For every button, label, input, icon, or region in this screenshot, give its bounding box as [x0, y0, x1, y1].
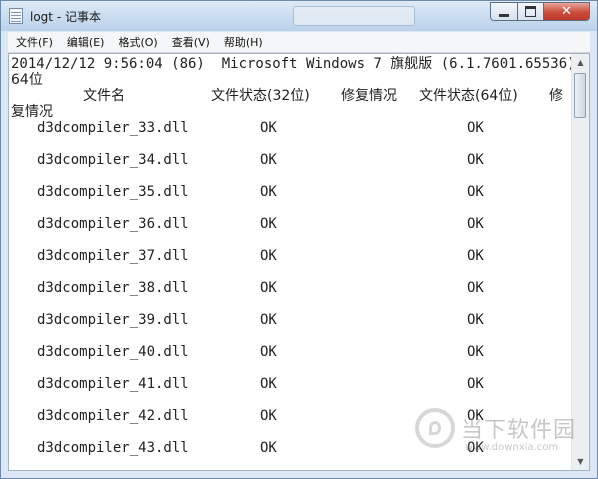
- bitness-line: 64位: [11, 72, 43, 88]
- status-64: OK: [467, 280, 484, 296]
- table-row: d3dcompiler_36.dll OK OK: [11, 216, 573, 232]
- minimize-button[interactable]: [490, 2, 518, 21]
- file-name: d3dcompiler_41.dll: [37, 376, 189, 392]
- status-32: OK: [260, 280, 277, 296]
- status-32: OK: [260, 120, 277, 136]
- table-row: d3dcompiler_40.dll OK OK: [11, 344, 573, 360]
- watermark-url: www.downxia.com: [465, 442, 559, 453]
- status-64: OK: [467, 248, 484, 264]
- file-name: d3dcompiler_37.dll: [37, 248, 189, 264]
- file-name: d3dcompiler_39.dll: [37, 312, 189, 328]
- table-row: d3dcompiler_39.dll OK OK: [11, 312, 573, 328]
- minimize-icon: [499, 14, 509, 17]
- menu-format[interactable]: 格式(O): [112, 34, 163, 50]
- notepad-window: logt - 记事本 ✕ 文件(F) 编辑(E) 格式(O) 查看(V) 帮助(…: [0, 0, 598, 479]
- header-repair: 修复情况: [341, 88, 397, 104]
- arrow-up-icon: ▲: [577, 58, 584, 67]
- file-name: d3dcompiler_42.dll: [37, 408, 189, 424]
- menu-file[interactable]: 文件(F): [10, 34, 59, 50]
- table-row: d3dcompiler_37.dll OK OK: [11, 248, 573, 264]
- header-repair-64-part1: 修: [549, 88, 563, 104]
- status-64: OK: [467, 184, 484, 200]
- watermark: 当下软件园 www.downxia.com: [415, 406, 587, 456]
- file-name: d3dcompiler_34.dll: [37, 152, 189, 168]
- status-32: OK: [260, 248, 277, 264]
- downxia-logo-icon: [415, 408, 455, 448]
- table-row: d3dcompiler_38.dll OK OK: [11, 280, 573, 296]
- table-row: d3dcompiler_34.dll OK OK: [11, 152, 573, 168]
- status-32: OK: [260, 376, 277, 392]
- close-button[interactable]: ✕: [543, 2, 590, 21]
- file-name: d3dcompiler_38.dll: [37, 280, 189, 296]
- menu-help[interactable]: 帮助(H): [218, 34, 269, 50]
- file-name: d3dcompiler_33.dll: [37, 120, 189, 136]
- status-32: OK: [260, 344, 277, 360]
- file-name: d3dcompiler_40.dll: [37, 344, 189, 360]
- watermark-brand: 当下软件园: [461, 418, 577, 443]
- status-64: OK: [467, 376, 484, 392]
- window-title: logt - 记事本: [30, 10, 101, 24]
- arrow-down-icon: ▼: [577, 457, 584, 466]
- header-filename: 文件名: [83, 88, 125, 104]
- menu-bar: 文件(F) 编辑(E) 格式(O) 查看(V) 帮助(H): [8, 32, 590, 53]
- file-name: d3dcompiler_36.dll: [37, 216, 189, 232]
- maximize-icon: [525, 6, 536, 17]
- table-row: d3dcompiler_35.dll OK OK: [11, 184, 573, 200]
- notepad-icon[interactable]: [9, 8, 23, 24]
- status-32: OK: [260, 440, 277, 456]
- status-32: OK: [260, 184, 277, 200]
- header-status32: 文件状态(32位): [211, 88, 310, 104]
- header-repair-64-part2: 复情况: [11, 104, 53, 120]
- status-64: OK: [467, 216, 484, 232]
- system-info-line: 2014/12/12 9:56:04 (86) Microsoft Window…: [11, 56, 573, 72]
- status-64: OK: [467, 312, 484, 328]
- file-name: d3dcompiler_35.dll: [37, 184, 189, 200]
- menu-view[interactable]: 查看(V): [166, 34, 216, 50]
- close-icon: ✕: [561, 4, 572, 19]
- status-64: OK: [467, 120, 484, 136]
- status-32: OK: [260, 152, 277, 168]
- status-64: OK: [467, 344, 484, 360]
- maximize-button[interactable]: [517, 2, 544, 21]
- file-name: d3dcompiler_43.dll: [37, 440, 189, 456]
- status-32: OK: [260, 312, 277, 328]
- background-window-tab: [293, 6, 415, 26]
- scroll-thumb[interactable]: [574, 73, 586, 118]
- status-32: OK: [260, 216, 277, 232]
- header-status64: 文件状态(64位): [419, 88, 518, 104]
- scroll-up-button[interactable]: ▲: [572, 54, 589, 71]
- table-row: d3dcompiler_33.dll OK OK: [11, 120, 573, 136]
- title-bar[interactable]: logt - 记事本 ✕: [1, 1, 597, 31]
- table-row: d3dcompiler_41.dll OK OK: [11, 376, 573, 392]
- menu-edit[interactable]: 编辑(E): [61, 34, 111, 50]
- status-64: OK: [467, 152, 484, 168]
- status-32: OK: [260, 408, 277, 424]
- column-header: 文件名 文件状态(32位) 修复情况 文件状态(64位) 修: [11, 88, 573, 104]
